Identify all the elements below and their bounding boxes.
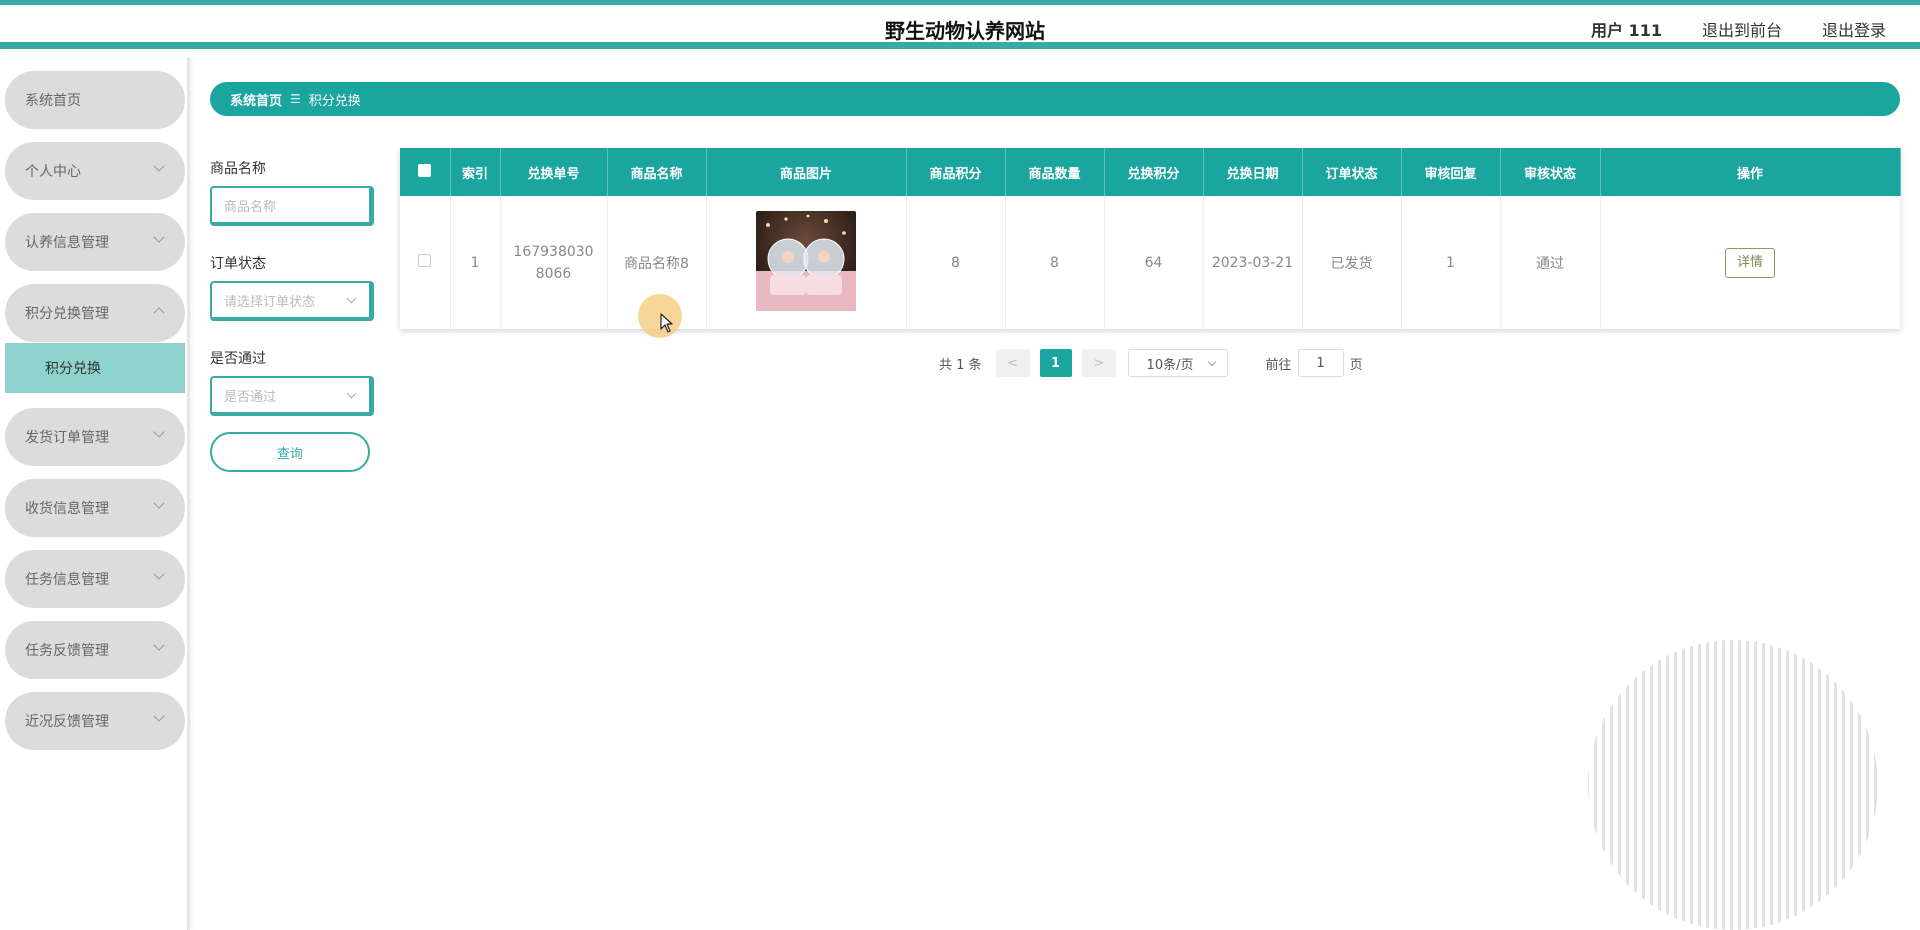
pass-select[interactable]: 是否通过 (210, 376, 374, 416)
order-status-select[interactable]: 请选择订单状态 (210, 281, 374, 321)
current-user: 用户 111 (1590, 21, 1662, 40)
sidebar-item-label: 任务信息管理 (25, 572, 109, 588)
action-cell: 详情 (1600, 196, 1901, 329)
logout-link[interactable]: 退出登录 (1822, 17, 1886, 41)
pagination: 共 1 条 < 1 > 10条/页 前往 1 页 (939, 349, 1363, 377)
exchange-points-cell: 64 (1104, 196, 1204, 329)
chevron-down-icon (346, 293, 357, 304)
column-header: 商品积分 (906, 148, 1006, 196)
chevron-down-icon (153, 231, 165, 243)
column-header: 商品数量 (1005, 148, 1105, 196)
page-size-select[interactable]: 10条/页 (1127, 349, 1228, 377)
sidebar-item-receiving-info[interactable]: 收货信息管理 (5, 479, 185, 537)
header-actions: 用户 111 退出到前台 退出登录 (1591, 17, 1886, 41)
sidebar-item-label: 任务反馈管理 (25, 643, 109, 659)
review-status-cell: 通过 (1500, 196, 1601, 329)
pass-label: 是否通过 (210, 351, 266, 367)
breadcrumb: 系统首页 ☰ 积分兑换 (210, 82, 1900, 116)
mouse-cursor-icon (660, 313, 673, 333)
sidebar-subitem-points-exchange[interactable]: 积分兑换 (5, 343, 185, 393)
sidebar-item-label: 系统首页 (25, 93, 81, 109)
page-suffix: 页 (1349, 357, 1363, 373)
exchange-date-cell: 2023-03-21 (1203, 196, 1303, 329)
header: 野生动物认养网站 用户 111 退出到前台 退出登录 (0, 5, 1920, 49)
product-image[interactable] (756, 210, 856, 311)
column-header: 订单状态 (1302, 148, 1402, 196)
chevron-up-icon (153, 307, 165, 319)
sidebar-item-label: 个人中心 (25, 164, 81, 180)
select-all-checkbox[interactable] (418, 163, 432, 177)
chevron-down-icon (1207, 357, 1216, 367)
select-all-column (400, 148, 451, 196)
index-cell: 1 (450, 196, 501, 329)
sidebar-item-label: 积分兑换 (45, 361, 101, 377)
chevron-down-icon (153, 426, 165, 438)
sidebar-item-shipping-orders[interactable]: 发货订单管理 (5, 408, 185, 466)
detail-button[interactable]: 详情 (1725, 247, 1775, 278)
review-reply-cell: 1 (1401, 196, 1501, 329)
chevron-down-icon (153, 160, 165, 172)
product-quantity-cell: 8 (1005, 196, 1105, 329)
column-header: 审核状态 (1500, 148, 1601, 196)
product-name-input[interactable]: 商品名称 (210, 186, 374, 226)
prev-page-button[interactable]: < (995, 349, 1030, 377)
breadcrumb-home[interactable]: 系统首页 (230, 90, 282, 109)
sidebar-item-personal-center[interactable]: 个人中心 (5, 142, 185, 200)
product-name-label: 商品名称 (210, 161, 266, 177)
breadcrumb-separator-icon: ☰ (290, 92, 301, 106)
sidebar-item-label: 收货信息管理 (25, 501, 109, 517)
query-button[interactable]: 查询 (210, 432, 370, 472)
order-status-label: 订单状态 (210, 256, 266, 272)
product-points-cell: 8 (906, 196, 1006, 329)
goto-page-input[interactable]: 1 (1297, 349, 1344, 377)
column-header: 操作 (1600, 148, 1901, 196)
row-checkbox[interactable] (418, 254, 432, 267)
sidebar-item-task-info[interactable]: 任务信息管理 (5, 550, 185, 608)
chevron-down-icon (346, 388, 357, 399)
chevron-down-icon (153, 497, 165, 509)
breadcrumb-current: 积分兑换 (308, 93, 361, 109)
column-header: 索引 (450, 148, 501, 196)
chevron-down-icon (153, 639, 165, 651)
pass-placeholder: 是否通过 (224, 389, 277, 405)
sidebar-item-status-feedback[interactable]: 近况反馈管理 (5, 692, 185, 750)
decorative-striped-circle (1588, 640, 1878, 930)
column-header: 兑换积分 (1104, 148, 1204, 196)
row-select-cell (400, 196, 451, 329)
sidebar-item-label: 积分兑换管理 (25, 306, 109, 322)
column-header: 兑换日期 (1203, 148, 1303, 196)
order-status-placeholder: 请选择订单状态 (224, 294, 316, 310)
sidebar-item-adoption-info[interactable]: 认养信息管理 (5, 213, 185, 271)
order-no-cell: 1679380308066 (500, 196, 608, 329)
product-image-cell (706, 196, 907, 329)
page-size-value: 10条/页 (1146, 357, 1194, 373)
back-to-front-link[interactable]: 退出到前台 (1702, 17, 1782, 41)
table-header-row: 索引 兑换单号 商品名称 商品图片 商品积分 商品数量 兑换积分 兑换日期 订单… (400, 148, 1901, 196)
sidebar: 系统首页 个人中心 认养信息管理 积分兑换管理 积分兑换 发货订单管理 收货信息… (0, 57, 190, 930)
total-count: 共 1 条 (939, 357, 982, 373)
sidebar-item-label: 发货订单管理 (25, 430, 109, 446)
sidebar-item-points-exchange-mgmt[interactable]: 积分兑换管理 (5, 284, 185, 342)
sidebar-item-home[interactable]: 系统首页 (5, 71, 185, 129)
sidebar-item-task-feedback[interactable]: 任务反馈管理 (5, 621, 185, 679)
goto-label: 前往 (1265, 357, 1292, 373)
column-header: 兑换单号 (500, 148, 608, 196)
chevron-down-icon (153, 568, 165, 580)
order-status-cell: 已发货 (1302, 196, 1402, 329)
column-header: 审核回复 (1401, 148, 1501, 196)
table-row: 1 1679380308066 商品名称8 8 8 64 2023-03-21 … (400, 196, 1901, 329)
column-header: 商品图片 (706, 148, 907, 196)
order-no-text: 1679380308066 (513, 243, 594, 282)
chevron-down-icon (153, 710, 165, 722)
sidebar-item-label: 认养信息管理 (25, 235, 109, 251)
product-name-placeholder: 商品名称 (224, 199, 277, 215)
sidebar-item-label: 近况反馈管理 (25, 714, 109, 730)
next-page-button[interactable]: > (1081, 349, 1116, 377)
page-1-button[interactable]: 1 (1039, 349, 1072, 377)
column-header: 商品名称 (607, 148, 707, 196)
data-table: 索引 兑换单号 商品名称 商品图片 商品积分 商品数量 兑换积分 兑换日期 订单… (400, 148, 1901, 329)
